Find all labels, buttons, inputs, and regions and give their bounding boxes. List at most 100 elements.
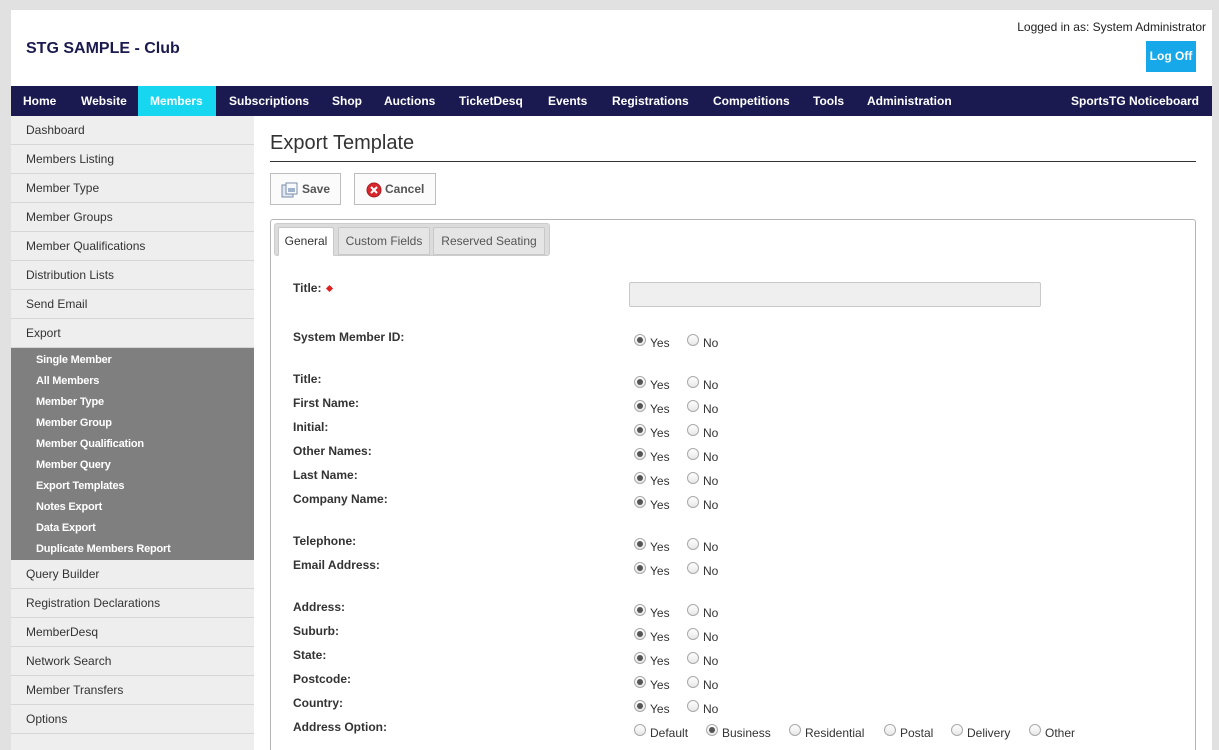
suburb-label: Suburb:	[293, 624, 339, 638]
state-no-radio[interactable]	[687, 652, 699, 664]
nav-item-subscriptions[interactable]: Subscriptions	[229, 86, 309, 116]
first-name-no-label: No	[703, 402, 719, 416]
last-name-yes-radio[interactable]	[634, 472, 646, 484]
country-no-radio[interactable]	[687, 700, 699, 712]
submenu-item-notes-export[interactable]: Notes Export	[11, 497, 254, 518]
country-no-label: No	[703, 702, 719, 716]
initial-yes-radio[interactable]	[634, 424, 646, 436]
address-no-radio[interactable]	[687, 604, 699, 616]
email-address-no-radio[interactable]	[687, 562, 699, 574]
email-address-yes-radio[interactable]	[634, 562, 646, 574]
nav-item-ticketdesq[interactable]: TicketDesq	[459, 86, 523, 116]
sidebar: Dashboard Members Listing Member Type Me…	[11, 116, 254, 750]
telephone-yes-radio[interactable]	[634, 538, 646, 550]
country-label: Country:	[293, 696, 343, 710]
sidebar-item-send-email[interactable]: Send Email	[11, 290, 254, 319]
first-name-no-radio[interactable]	[687, 400, 699, 412]
nav-item-auctions[interactable]: Auctions	[384, 86, 435, 116]
submenu-item-member-query[interactable]: Member Query	[11, 455, 254, 476]
sidebar-item-member-transfers[interactable]: Member Transfers	[11, 676, 254, 705]
address-option-delivery-radio[interactable]	[951, 724, 963, 736]
sidebar-item-member-type[interactable]: Member Type	[11, 174, 254, 203]
telephone-label: Telephone:	[293, 534, 357, 548]
nav-item-registrations[interactable]: Registrations	[612, 86, 689, 116]
export-submenu: Single Member All Members Member Type Me…	[11, 348, 254, 560]
address-option-default-radio[interactable]	[634, 724, 646, 736]
nav-item-noticeboard[interactable]: SportsTG Noticeboard	[1071, 86, 1199, 116]
other-names-yes-radio[interactable]	[634, 448, 646, 460]
title-field-label: Title:	[293, 281, 334, 295]
postcode-no-label: No	[703, 678, 719, 692]
sidebar-item-registration-declarations[interactable]: Registration Declarations	[11, 589, 254, 618]
nav-item-home[interactable]: Home	[23, 86, 56, 116]
address-option-other-radio[interactable]	[1029, 724, 1041, 736]
sidebar-item-dashboard[interactable]: Dashboard	[11, 116, 254, 145]
nav-item-shop[interactable]: Shop	[332, 86, 362, 116]
nav-item-tools[interactable]: Tools	[813, 86, 844, 116]
sidebar-item-network-search[interactable]: Network Search	[11, 647, 254, 676]
page-title: Export Template	[270, 132, 415, 154]
nav-item-members[interactable]: Members	[138, 86, 216, 116]
sidebar-item-members-listing[interactable]: Members Listing	[11, 145, 254, 174]
address-option-business-radio[interactable]	[706, 724, 718, 736]
suburb-no-label: No	[703, 630, 719, 644]
sidebar-item-options[interactable]: Options	[11, 705, 254, 734]
company-name-no-radio[interactable]	[687, 496, 699, 508]
postcode-no-radio[interactable]	[687, 676, 699, 688]
save-button[interactable]: Save	[270, 173, 341, 205]
submenu-item-member-qualification[interactable]: Member Qualification	[11, 434, 254, 455]
tab-reserved-seating[interactable]: Reserved Seating	[433, 227, 545, 255]
tab-general[interactable]: General	[278, 227, 334, 256]
other-names-label: Other Names:	[293, 444, 372, 458]
title-yes-label: Yes	[650, 378, 670, 392]
system-member-id-yes-radio[interactable]	[634, 334, 646, 346]
system-member-id-no-radio[interactable]	[687, 334, 699, 346]
other-names-no-radio[interactable]	[687, 448, 699, 460]
initial-no-radio[interactable]	[687, 424, 699, 436]
submenu-item-duplicate-members-report[interactable]: Duplicate Members Report	[11, 539, 254, 560]
sidebar-item-memberdesq[interactable]: MemberDesq	[11, 618, 254, 647]
suburb-no-radio[interactable]	[687, 628, 699, 640]
suburb-yes-radio[interactable]	[634, 628, 646, 640]
address-option-postal-radio[interactable]	[884, 724, 896, 736]
sidebar-item-export[interactable]: Export	[11, 319, 254, 348]
title-input[interactable]	[629, 282, 1041, 307]
sidebar-item-distribution-lists[interactable]: Distribution Lists	[11, 261, 254, 290]
nav-item-competitions[interactable]: Competitions	[713, 86, 790, 116]
address-yes-radio[interactable]	[634, 604, 646, 616]
nav-item-website[interactable]: Website	[81, 86, 127, 116]
submenu-item-data-export[interactable]: Data Export	[11, 518, 254, 539]
cancel-icon	[366, 182, 382, 198]
sidebar-item-member-groups[interactable]: Member Groups	[11, 203, 254, 232]
submenu-item-member-group[interactable]: Member Group	[11, 413, 254, 434]
submenu-item-member-type[interactable]: Member Type	[11, 392, 254, 413]
suburb-yes-label: Yes	[650, 630, 670, 644]
state-yes-label: Yes	[650, 654, 670, 668]
system-member-id-label: System Member ID:	[293, 330, 405, 344]
sidebar-item-member-qualifications[interactable]: Member Qualifications	[11, 232, 254, 261]
nav-item-events[interactable]: Events	[548, 86, 587, 116]
title-no-radio[interactable]	[687, 376, 699, 388]
submenu-item-all-members[interactable]: All Members	[11, 371, 254, 392]
submenu-item-single-member[interactable]: Single Member	[11, 350, 254, 371]
address-option-residential-radio[interactable]	[789, 724, 801, 736]
title-yes-radio[interactable]	[634, 376, 646, 388]
country-yes-radio[interactable]	[634, 700, 646, 712]
tab-custom-fields[interactable]: Custom Fields	[338, 227, 430, 255]
cancel-label: Cancel	[385, 182, 425, 196]
postcode-yes-radio[interactable]	[634, 676, 646, 688]
cancel-button[interactable]: Cancel	[354, 173, 436, 205]
company-name-yes-radio[interactable]	[634, 496, 646, 508]
last-name-no-radio[interactable]	[687, 472, 699, 484]
nav-item-administration[interactable]: Administration	[867, 86, 952, 116]
state-yes-radio[interactable]	[634, 652, 646, 664]
submenu-item-export-templates[interactable]: Export Templates	[11, 476, 254, 497]
login-status: Logged in as: System Administrator	[1017, 20, 1206, 34]
sidebar-item-query-builder[interactable]: Query Builder	[11, 560, 254, 589]
telephone-no-radio[interactable]	[687, 538, 699, 550]
initial-yes-label: Yes	[650, 426, 670, 440]
logoff-button[interactable]: Log Off	[1146, 41, 1196, 72]
address-option-business-label: Business	[722, 726, 771, 740]
main-nav: Home Website Members Subscriptions Shop …	[11, 86, 1212, 116]
first-name-yes-radio[interactable]	[634, 400, 646, 412]
